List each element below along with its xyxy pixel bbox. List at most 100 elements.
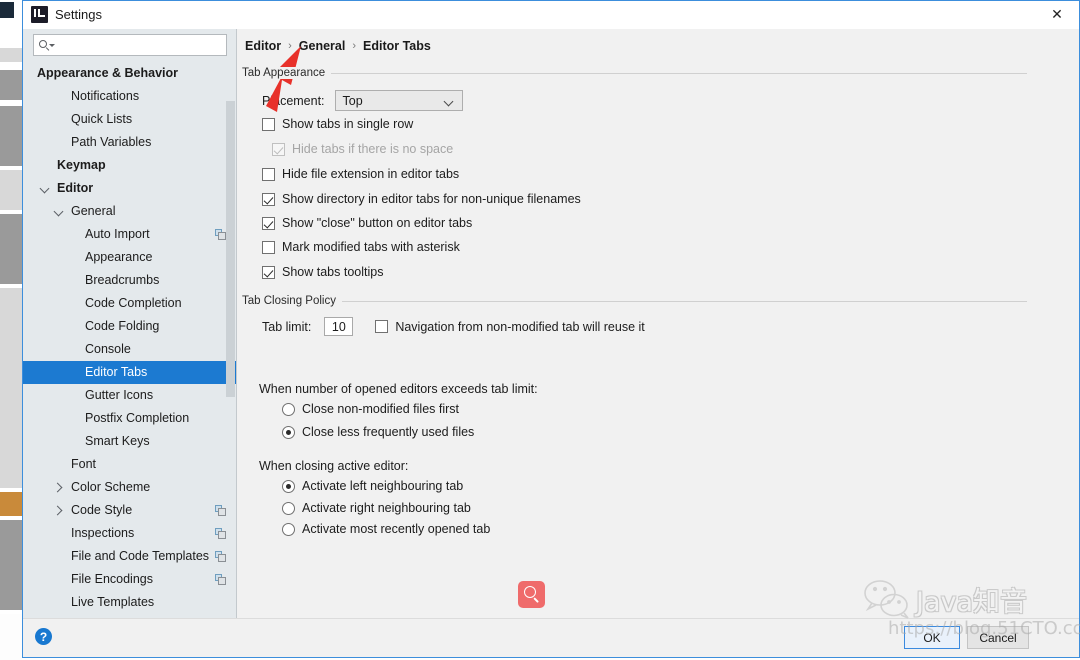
radio-row-activate-most-recently-opened-tab[interactable]: Activate most recently opened tab	[282, 522, 490, 536]
checkbox-row-show-tabs-tooltips[interactable]: Show tabs tooltips	[262, 265, 383, 279]
checkbox-row-show-directory-in-editor-tabs-for-non-unique-filenames[interactable]: Show directory in editor tabs for non-un…	[262, 192, 581, 206]
sidebar-item-breadcrumbs[interactable]: Breadcrumbs	[23, 269, 236, 292]
sidebar-item-font[interactable]: Font	[23, 453, 236, 476]
checkbox-label: Hide file extension in editor tabs	[282, 167, 460, 181]
sidebar-item-keymap[interactable]: Keymap	[23, 154, 236, 177]
background-app-icon	[0, 2, 14, 18]
checkbox-row-hide-tabs-if-there-is-no-space: Hide tabs if there is no space	[272, 142, 453, 156]
sidebar-item-code-completion[interactable]: Code Completion	[23, 292, 236, 315]
checkbox-label: Show tabs tooltips	[282, 265, 384, 279]
copy-settings-icon[interactable]	[215, 229, 226, 240]
radio-row-close-non-modified-files-first[interactable]: Close non-modified files first	[282, 402, 459, 416]
breadcrumb-part-editor[interactable]: Editor	[245, 39, 281, 53]
chevron-right-icon: ›	[288, 40, 292, 52]
checkbox-row-show-tabs-in-single-row[interactable]: Show tabs in single row	[262, 117, 413, 131]
sidebar-item-gutter-icons[interactable]: Gutter Icons	[23, 384, 236, 407]
sidebar-item-editor-tabs[interactable]: Editor Tabs	[23, 361, 236, 384]
chevron-right-icon: ›	[352, 40, 357, 52]
settings-dialog: Settings ✕ Appearance & Behavior Notifica…	[22, 0, 1080, 658]
sidebar-item-label: Breadcrumbs	[85, 273, 160, 287]
breadcrumb-part-general[interactable]: General	[299, 39, 346, 53]
sidebar-item-appearance-behavior[interactable]: Appearance & Behavior	[23, 62, 236, 85]
sidebar-item-color-scheme[interactable]: Color Scheme	[23, 476, 236, 499]
tab-limit-input[interactable]	[324, 317, 354, 336]
radio-input[interactable]	[282, 522, 295, 536]
sidebar-item-console[interactable]: Console	[23, 338, 236, 361]
sidebar-scrollbar[interactable]	[226, 101, 235, 397]
search-icon[interactable]	[518, 581, 545, 608]
radio-row-close-less-frequently-used-files[interactable]: Close less frequently used files	[282, 425, 474, 439]
sidebar-item-code-style[interactable]: Code Style	[23, 499, 236, 522]
breadcrumb: Editor › General › Editor Tabs	[245, 39, 431, 53]
sidebar-item-label: Code Folding	[85, 319, 160, 333]
radio-label: Activate most recently opened tab	[302, 522, 491, 536]
sidebar-item-label: Inspections	[71, 526, 135, 540]
search-input[interactable]	[56, 36, 225, 56]
sidebar-item-smart-keys[interactable]: Smart Keys	[23, 430, 236, 453]
placement-dropdown[interactable]: Top	[334, 90, 463, 111]
search-box[interactable]	[33, 34, 227, 56]
copy-settings-icon[interactable]	[215, 551, 226, 562]
sidebar-item-general[interactable]: General	[23, 200, 236, 223]
settings-content-pane: Editor › General › Editor Tabs Tab Appea…	[237, 29, 1079, 619]
sidebar-item-file-and-code-templates[interactable]: File and Code Templates	[23, 545, 236, 568]
checkbox-input[interactable]	[262, 216, 275, 230]
close-icon[interactable]: ✕	[1035, 1, 1079, 28]
chevron-right-icon[interactable]	[53, 505, 65, 517]
radio-label: Activate right neighbouring tab	[302, 501, 471, 515]
checkbox-input[interactable]	[262, 117, 275, 131]
sidebar-item-label: Gutter Icons	[85, 388, 154, 402]
copy-settings-icon[interactable]	[215, 528, 226, 539]
sidebar-item-editor[interactable]: Editor	[23, 177, 236, 200]
sidebar-item-auto-import[interactable]: Auto Import	[23, 223, 236, 246]
cancel-button[interactable]: Cancel	[967, 626, 1029, 649]
copy-settings-icon[interactable]	[215, 574, 226, 585]
checkbox-input[interactable]	[262, 192, 275, 206]
checkbox-row-mark-modified-tabs-with-asterisk[interactable]: Mark modified tabs with asterisk	[262, 240, 460, 254]
sidebar-item-quick-lists[interactable]: Quick Lists	[23, 108, 236, 131]
sidebar-item-label: Keymap	[57, 158, 106, 172]
sidebar-item-appearance[interactable]: Appearance	[23, 246, 236, 269]
radio-input[interactable]	[282, 501, 295, 515]
sidebar-item-label: Path Variables	[71, 135, 152, 149]
radio-row-activate-left-neighbouring-tab[interactable]: Activate left neighbouring tab	[282, 479, 463, 493]
reuse-tab-checkbox-row[interactable]: Navigation from non-modified tab will re…	[375, 319, 645, 334]
background-window-strip	[0, 106, 22, 166]
sidebar-item-file-encodings[interactable]: File Encodings	[23, 568, 236, 591]
sidebar-item-live-templates[interactable]: Live Templates	[23, 591, 236, 614]
dialog-body: Appearance & Behavior Notifications Quick …	[23, 29, 1079, 619]
background-window-strip	[0, 48, 22, 62]
radio-input[interactable]	[282, 479, 295, 493]
checkbox-row-show-close-button-on-editor-tabs[interactable]: Show "close" button on editor tabs	[262, 216, 472, 230]
sidebar-item-postfix-completion[interactable]: Postfix Completion	[23, 407, 236, 430]
radio-input[interactable]	[282, 402, 295, 416]
chevron-down-icon[interactable]	[53, 206, 65, 218]
reuse-tab-checkbox[interactable]	[375, 320, 389, 333]
radio-input[interactable]	[282, 425, 295, 439]
radio-row-activate-right-neighbouring-tab[interactable]: Activate right neighbouring tab	[282, 501, 471, 515]
tab-appearance-title: Tab Appearance	[242, 67, 332, 79]
sidebar-item-code-folding[interactable]: Code Folding	[23, 315, 236, 338]
checkbox-row-hide-file-extension-in-editor-tabs[interactable]: Hide file extension in editor tabs	[262, 167, 459, 181]
checkbox-input[interactable]	[262, 240, 275, 254]
sidebar-item-label: Postfix Completion	[85, 411, 190, 425]
sidebar-item-label: Font	[71, 457, 97, 471]
ok-button[interactable]: OK	[904, 626, 960, 649]
chevron-right-icon[interactable]	[53, 482, 65, 494]
chevron-down-icon[interactable]	[39, 183, 51, 195]
checkbox-input[interactable]	[262, 167, 275, 181]
sidebar-item-path-variables[interactable]: Path Variables	[23, 131, 236, 154]
exceeds-heading-text: When number of opened editors exceeds ta…	[259, 382, 538, 396]
copy-settings-icon[interactable]	[215, 505, 226, 516]
reuse-tab-label: Navigation from non-modified tab will re…	[395, 319, 645, 334]
sidebar-item-notifications[interactable]: Notifications	[23, 85, 236, 108]
sidebar-item-inspections[interactable]: Inspections	[23, 522, 236, 545]
checkbox-input	[272, 142, 285, 156]
sidebar-item-label: Editor	[57, 181, 94, 195]
help-icon[interactable]: ?	[35, 628, 52, 645]
sidebar-item-label: Quick Lists	[71, 112, 133, 126]
sidebar-item-label: File and Code Templates	[71, 549, 210, 563]
checkbox-input[interactable]	[262, 265, 275, 279]
group-divider	[242, 301, 1027, 302]
closing-heading: When closing active editor:	[259, 459, 408, 473]
